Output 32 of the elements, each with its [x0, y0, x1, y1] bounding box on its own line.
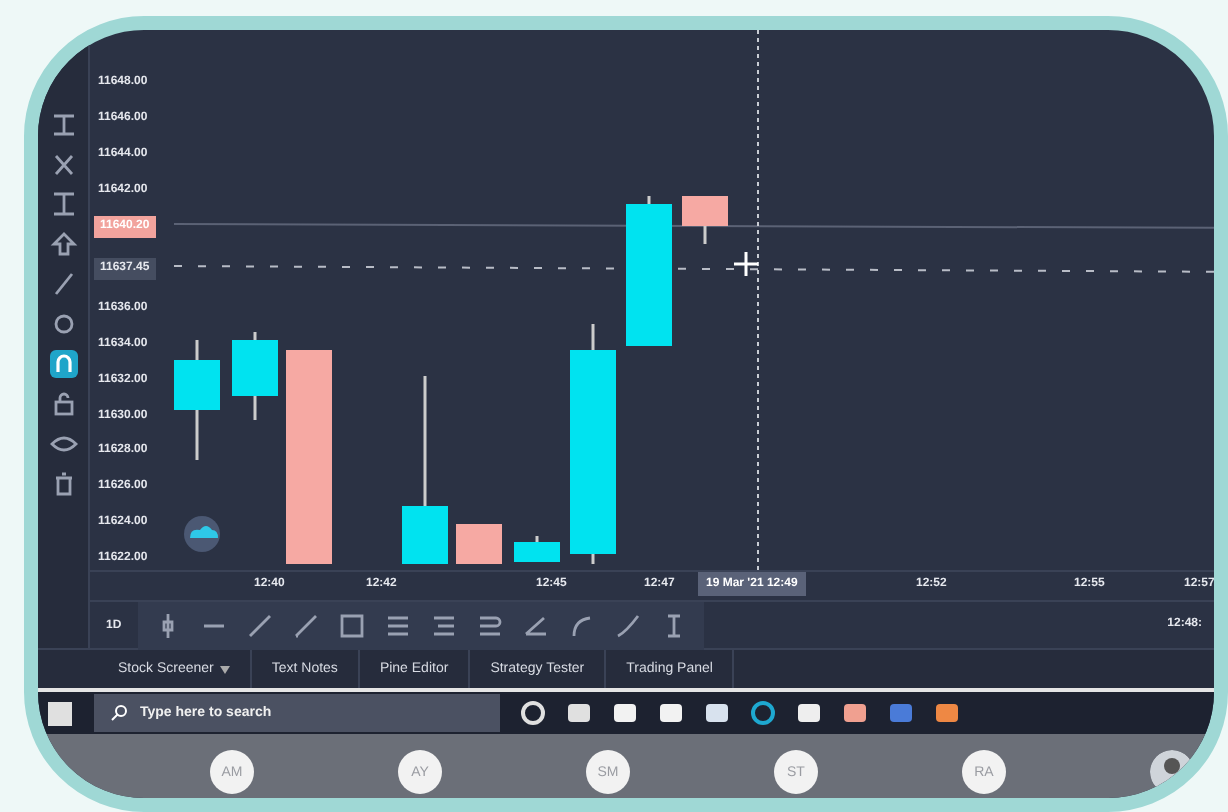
target-icon[interactable] — [49, 310, 77, 338]
drawing-tool-icon[interactable] — [613, 611, 642, 639]
cross-icon[interactable] — [49, 150, 77, 178]
drawing-tool-icon[interactable] — [337, 611, 366, 639]
candle — [232, 332, 278, 420]
candle — [174, 340, 220, 460]
drawing-tool-icon[interactable] — [291, 611, 320, 639]
drawing-tool-icon[interactable] — [429, 611, 458, 639]
taskbar-app-icon[interactable] — [934, 700, 960, 726]
search-icon — [110, 704, 128, 722]
drawing-tool-icon[interactable] — [383, 611, 412, 639]
taskbar-app-icon[interactable] — [704, 700, 730, 726]
magnet-icon[interactable] — [49, 350, 77, 378]
drawing-tool-icon[interactable] — [245, 611, 274, 639]
windows-logo-icon[interactable] — [46, 699, 74, 727]
taskbar-app-icon[interactable] — [750, 700, 776, 726]
arrow-up-icon[interactable] — [49, 230, 77, 258]
taskbar-app-icon[interactable] — [612, 700, 638, 726]
candle — [456, 524, 502, 564]
drawing-tool-icon[interactable] — [475, 611, 504, 639]
lock-icon[interactable] — [49, 390, 77, 418]
cursor-cross-icon — [732, 250, 760, 278]
candle — [514, 536, 560, 562]
taskbar-app-icon[interactable] — [796, 700, 822, 726]
drawing-tool-icon[interactable] — [567, 611, 596, 639]
drawing-tool-icon[interactable] — [521, 611, 550, 639]
text-cursor-icon[interactable] — [49, 110, 77, 138]
taskbar-app-icon[interactable] — [566, 700, 592, 726]
taskbar-app-icon[interactable] — [658, 700, 684, 726]
cloud-icon[interactable] — [184, 516, 220, 552]
taskbar-app-icon[interactable] — [842, 700, 868, 726]
candle — [682, 196, 728, 244]
